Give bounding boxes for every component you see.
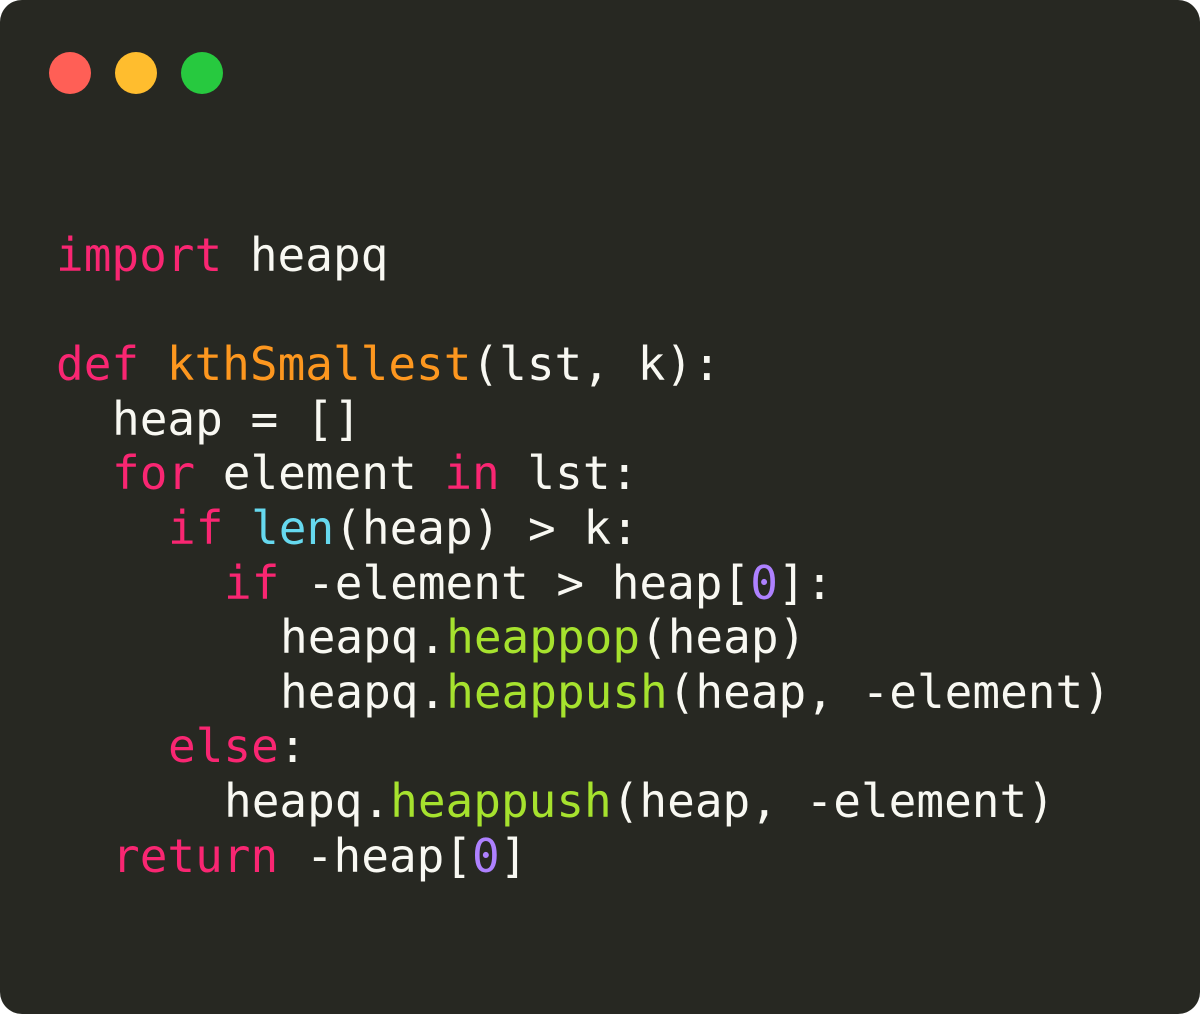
minimize-button[interactable]: [115, 52, 157, 94]
code-line: def kthSmallest(lst, k):: [56, 337, 1111, 392]
code-token-plain: element: [195, 446, 445, 501]
code-token-number: 0: [750, 555, 778, 610]
code-token-keyword: in: [444, 446, 500, 501]
code-token-plain: heapq.: [224, 773, 391, 828]
code-block: import heapq def kthSmallest(lst, k): hea…: [56, 228, 1111, 883]
code-token-plain: lst:: [499, 446, 639, 501]
code-token-keyword: import: [56, 228, 223, 282]
code-line: if -element > heap[0]:: [56, 556, 1111, 611]
code-token-method: heappush: [390, 773, 612, 828]
code-token-plain: :: [278, 719, 307, 774]
code-token-keyword: else: [168, 719, 279, 774]
code-token-method: heappush: [446, 664, 668, 719]
code-token-plain: (heap, -element): [667, 664, 1111, 719]
code-line: import heapq: [56, 228, 1111, 283]
code-window: import heapq def kthSmallest(lst, k): hea…: [0, 0, 1200, 1014]
code-token-builtin: len: [251, 500, 335, 555]
code-token-function-def: kthSmallest: [166, 337, 472, 392]
code-line: else:: [56, 719, 1111, 774]
code-token-plain: (heap) > k:: [334, 500, 639, 555]
code-token-method: heappop: [446, 610, 641, 665]
code-token-keyword: if: [168, 500, 224, 555]
code-token-plain: -heap[: [278, 828, 473, 883]
code-line: heapq.heappush(heap, -element): [56, 774, 1111, 829]
window-controls: [49, 52, 223, 94]
code-token-plain: heapq.: [280, 610, 447, 665]
code-line: return -heap[0]: [56, 829, 1111, 884]
maximize-button[interactable]: [181, 52, 223, 94]
code-token-plain: ]: [499, 828, 528, 883]
code-token-plain: heap = []: [112, 391, 362, 446]
code-token-number: 0: [472, 828, 500, 883]
code-token-plain: heapq: [222, 228, 389, 282]
code-token-keyword: def: [56, 337, 140, 392]
code-line: heapq.heappop(heap): [56, 610, 1111, 665]
code-token-plain: -element > heap[: [279, 555, 751, 610]
code-token-plain: (lst, k):: [471, 337, 721, 392]
code-token-plain: ]:: [777, 555, 834, 610]
code-token-keyword: return: [112, 828, 279, 883]
code-token-keyword: for: [112, 446, 196, 501]
code-token-keyword: if: [224, 555, 280, 610]
code-line: heap = []: [56, 392, 1111, 447]
code-line: if len(heap) > k:: [56, 501, 1111, 556]
code-token-plain: heapq.: [280, 664, 447, 719]
code-token-plain: (heap): [640, 610, 807, 665]
code-line: heapq.heappush(heap, -element): [56, 665, 1111, 720]
close-button[interactable]: [49, 52, 91, 94]
code-token-plain: (heap, -element): [611, 773, 1055, 828]
code-line: for element in lst:: [56, 446, 1111, 501]
